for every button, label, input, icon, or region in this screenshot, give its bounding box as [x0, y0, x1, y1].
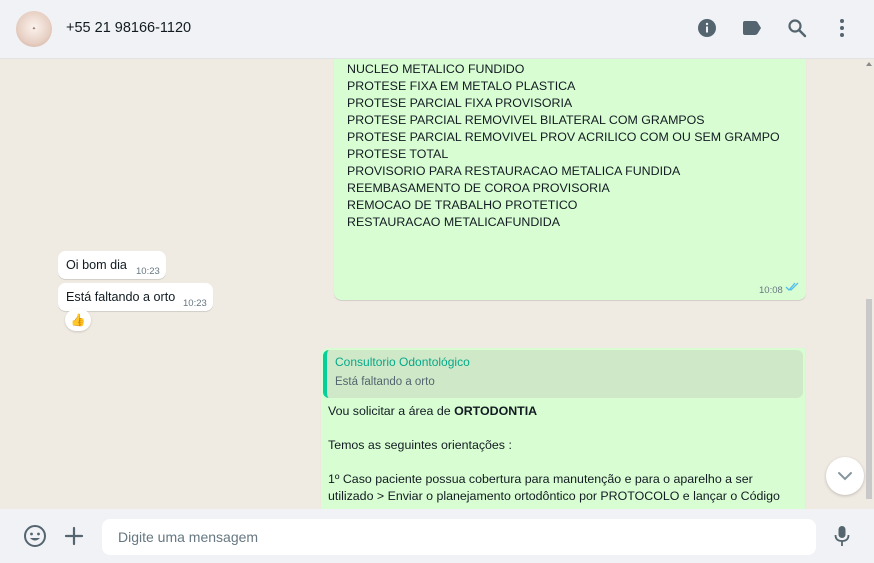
reply-line: Vou solicitar a área de ORTODONTIA: [328, 404, 537, 418]
list-item: PROTESE TOTAL: [347, 147, 449, 161]
scroll-to-bottom-button[interactable]: [826, 457, 864, 495]
list-item: REMOCAO DE TRABALHO PROTETICO: [347, 198, 578, 212]
info-icon[interactable]: [695, 16, 719, 40]
search-icon[interactable]: [785, 16, 809, 40]
emoji-icon[interactable]: [22, 523, 48, 549]
list-item: RESTAURACAO METALICAFUNDIDA: [347, 215, 560, 229]
incoming-message[interactable]: Está faltando a orto 10:23: [58, 283, 213, 311]
scrollbar-thumb[interactable]: [866, 299, 872, 499]
message-text: Oi bom dia: [66, 258, 127, 272]
menu-icon[interactable]: [830, 16, 854, 40]
reaction-badge[interactable]: 👍: [65, 309, 91, 331]
message-input[interactable]: [102, 519, 816, 555]
list-item: REEMBASAMENTO DE COROA PROVISORIA: [347, 181, 610, 195]
contact-avatar[interactable]: ✦: [16, 11, 52, 47]
quoted-message[interactable]: Consultorio Odontológico Está faltando a…: [323, 350, 803, 398]
reply-line: Temos as seguintes orientações :: [328, 438, 512, 452]
avatar-logo: ✦: [31, 26, 37, 32]
outgoing-message-list[interactable]: NUCLEO METALICO FUNDIDO PROTESE FIXA EM …: [334, 59, 806, 300]
chevron-down-icon: [838, 472, 852, 481]
reply-line: 1º Caso paciente possua cobertura para m…: [328, 472, 753, 486]
list-item: PROTESE PARCIAL REMOVIVEL PROV ACRILICO …: [347, 130, 780, 144]
scroll-up-arrow[interactable]: [866, 62, 872, 66]
attach-plus-icon[interactable]: [61, 523, 87, 549]
composer-bar: [0, 509, 874, 563]
outgoing-reply-message[interactable]: Consultorio Odontológico Está faltando a…: [321, 348, 805, 509]
chat-panel[interactable]: NUCLEO METALICO FUNDIDO PROTESE FIXA EM …: [0, 59, 874, 509]
microphone-icon[interactable]: [829, 523, 855, 549]
message-time: 10:08: [759, 285, 783, 296]
reply-line: utilizado > Enviar o planejamento ortodô…: [328, 489, 780, 503]
list-item: NUCLEO METALICO FUNDIDO: [347, 62, 525, 76]
reply-text-prefix: Vou solicitar a área de: [328, 404, 455, 418]
quote-text: Está faltando a orto: [335, 376, 435, 388]
reply-text-bold: ORTODONTIA: [454, 404, 538, 418]
read-receipt-icon: [785, 282, 799, 295]
chat-header: ✦ +55 21 98166-1120: [0, 0, 874, 59]
quote-author: Consultorio Odontológico: [335, 355, 470, 369]
incoming-message[interactable]: Oi bom dia 10:23: [58, 251, 166, 279]
message-time: 10:23: [136, 266, 160, 277]
label-icon[interactable]: [740, 16, 764, 40]
contact-name[interactable]: +55 21 98166-1120: [66, 20, 191, 36]
list-item: PROTESE PARCIAL FIXA PROVISORIA: [347, 96, 573, 110]
message-time: 10:23: [183, 298, 207, 309]
list-item: PROTESE FIXA EM METALO PLASTICA: [347, 79, 576, 93]
scrollbar[interactable]: [864, 59, 874, 509]
list-item: PROTESE PARCIAL REMOVIVEL BILATERAL COM …: [347, 113, 705, 127]
message-text: Está faltando a orto: [66, 290, 176, 304]
list-item: PROVISORIO PARA RESTAURACAO METALICA FUN…: [347, 164, 681, 178]
